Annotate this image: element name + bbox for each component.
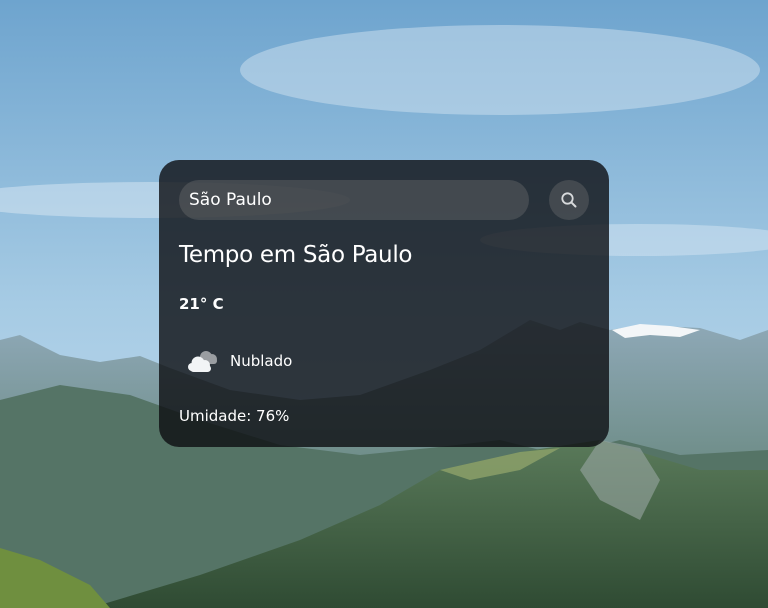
cloudy-icon <box>186 347 220 375</box>
weather-description-row: Nublado <box>186 346 292 376</box>
search-button[interactable] <box>549 180 589 220</box>
temperature: 21° C <box>179 295 224 313</box>
search-icon <box>560 191 578 209</box>
search-input[interactable] <box>179 180 529 220</box>
humidity: Umidade: 76% <box>179 407 290 425</box>
weather-description: Nublado <box>230 352 293 370</box>
city-title: Tempo em São Paulo <box>179 242 413 268</box>
weather-card: Tempo em São Paulo 21° C Nublado Umidade… <box>159 160 609 447</box>
